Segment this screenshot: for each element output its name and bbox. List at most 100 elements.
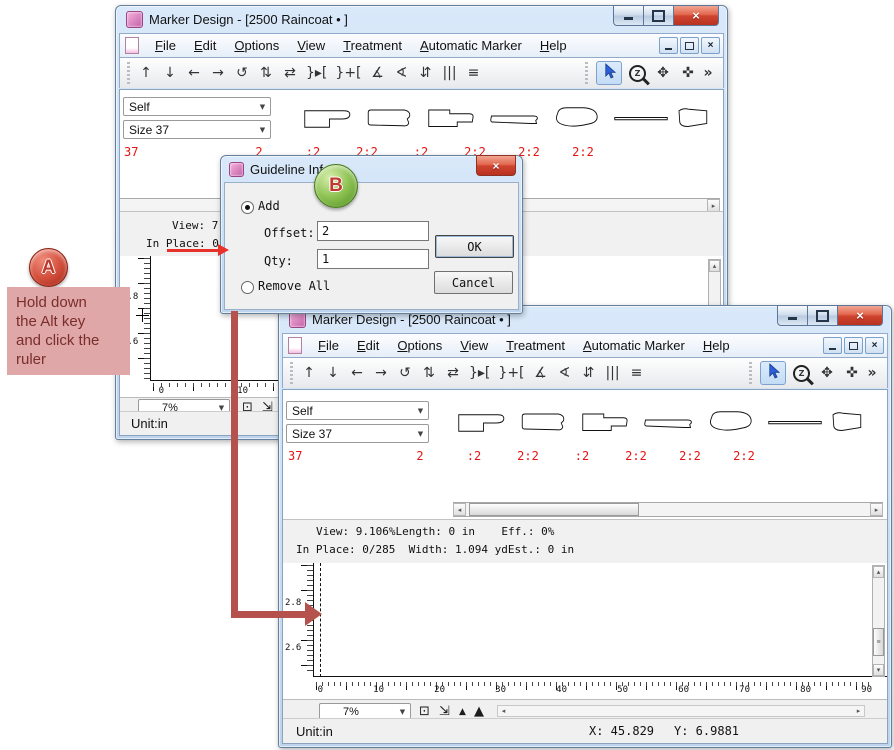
spacing-icon[interactable]: ⇵ <box>581 365 597 381</box>
menu-item[interactable]: Automatic Marker <box>574 335 694 356</box>
bracket-left-icon[interactable]: }+[ <box>498 365 524 381</box>
bracket-right-icon[interactable]: }▸[ <box>469 365 490 381</box>
garment-piece[interactable] <box>549 97 609 141</box>
menu-item[interactable]: File <box>146 35 185 56</box>
bracket-right-icon[interactable]: }▸[ <box>306 65 327 81</box>
select-tool[interactable] <box>596 61 622 85</box>
maximize-button[interactable] <box>644 5 674 26</box>
menu-item[interactable]: Automatic Marker <box>411 35 531 56</box>
document-icon[interactable] <box>125 37 139 54</box>
garment-piece[interactable] <box>765 401 825 445</box>
mdi-close-button[interactable]: × <box>701 37 720 54</box>
fit-selection-icon[interactable]: ⊡ <box>419 705 430 718</box>
scroll-down-icon[interactable]: ▾ <box>873 664 884 676</box>
mdi-close-button[interactable]: × <box>865 337 884 354</box>
toolbar-grip[interactable] <box>585 62 588 84</box>
cancel-button[interactable]: Cancel <box>434 271 513 294</box>
toolbar-overflow-button[interactable]: » <box>864 365 880 381</box>
menu-item[interactable]: Treatment <box>497 335 574 356</box>
menu-item[interactable]: View <box>288 35 334 56</box>
move-down-icon[interactable]: ↓ <box>325 365 341 381</box>
menu-item[interactable]: Treatment <box>334 35 411 56</box>
move-marker-tool[interactable]: ✜ <box>680 65 696 81</box>
zoom-tool[interactable]: Z <box>629 64 646 82</box>
toolbar-grip[interactable] <box>749 362 752 384</box>
scroll-left-icon[interactable]: ◂ <box>498 706 509 716</box>
menu-item[interactable]: Options <box>225 35 288 56</box>
qty-input[interactable]: 1 <box>317 249 429 269</box>
menu-item[interactable]: File <box>309 335 348 356</box>
ok-button[interactable]: OK <box>435 235 514 258</box>
expand-icon[interactable]: ⇲ <box>439 705 450 718</box>
fabric-select[interactable]: Self▼ <box>286 401 429 420</box>
titlebar[interactable]: Marker Design - [2500 Raincoat • ] × <box>116 6 727 33</box>
minimize-button[interactable] <box>613 5 644 26</box>
mini-scrollbar[interactable]: ◂ ▸ <box>497 705 865 717</box>
menu-item[interactable]: Options <box>388 335 451 356</box>
move-left-icon[interactable]: ← <box>349 365 365 381</box>
scroll-right-icon[interactable]: ▸ <box>870 503 883 516</box>
pleat-lines-icon[interactable]: ||| <box>442 65 458 81</box>
scroll-right-icon[interactable]: ▸ <box>853 706 864 716</box>
zoom-tool[interactable]: Z <box>793 364 810 382</box>
rotate-icon[interactable]: ↺ <box>397 365 413 381</box>
garment-piece[interactable] <box>703 401 763 445</box>
scroll-up-icon[interactable]: ▴ <box>873 566 884 578</box>
garment-piece[interactable] <box>611 97 671 141</box>
minimize-button[interactable] <box>777 305 808 326</box>
mountain-large-icon[interactable]: ▲ <box>474 705 484 718</box>
close-button[interactable]: × <box>838 305 883 326</box>
scroll-left-icon[interactable]: ◂ <box>453 503 466 516</box>
mdi-minimize-button[interactable] <box>659 37 678 54</box>
vertical-scrollbar[interactable]: ▴ ≡ ▾ <box>872 565 885 677</box>
garment-piece[interactable] <box>641 401 701 445</box>
menu-item[interactable]: Edit <box>185 35 225 56</box>
tilt-plus-icon[interactable]: ∡ <box>533 365 549 381</box>
fabric-select[interactable]: Self▼ <box>123 97 271 116</box>
garment-piece[interactable] <box>579 401 639 445</box>
bracket-left-icon[interactable]: }+[ <box>335 65 361 81</box>
move-right-icon[interactable]: → <box>373 365 389 381</box>
dialog-titlebar[interactable]: Guideline Info × <box>221 156 522 182</box>
garment-piece[interactable] <box>673 97 724 141</box>
menu-item[interactable]: Help <box>531 35 576 56</box>
offset-input[interactable]: 2 <box>317 221 429 241</box>
garment-piece[interactable] <box>487 97 547 141</box>
size-select[interactable]: Size 37▼ <box>286 424 429 443</box>
scrollbar-thumb[interactable]: ≡ <box>873 628 884 656</box>
flip-vertical-icon[interactable]: ⇅ <box>421 365 437 381</box>
garment-piece[interactable] <box>425 97 485 141</box>
pleat-lines-icon[interactable]: ||| <box>605 365 621 381</box>
size-select[interactable]: Size 37▼ <box>123 120 271 139</box>
mountain-small-icon[interactable]: ▲ <box>459 708 466 717</box>
add-radio[interactable] <box>241 201 254 214</box>
horizontal-scrollbar[interactable]: ◂ ▸ <box>453 502 883 517</box>
scrollbar-thumb[interactable] <box>469 503 639 516</box>
align-lines-icon[interactable]: ≡ <box>466 65 482 81</box>
mdi-restore-button[interactable] <box>680 37 699 54</box>
align-lines-icon[interactable]: ≡ <box>629 365 645 381</box>
spacing-icon[interactable]: ⇵ <box>418 65 434 81</box>
move-up-icon[interactable]: ↑ <box>138 65 154 81</box>
move-down-icon[interactable]: ↓ <box>162 65 178 81</box>
move-right-icon[interactable]: → <box>210 65 226 81</box>
mdi-restore-button[interactable] <box>844 337 863 354</box>
flip-horizontal-icon[interactable]: ⇄ <box>282 65 298 81</box>
move-piece-tool[interactable]: ✥ <box>655 65 671 81</box>
toolbar-grip[interactable] <box>127 62 130 84</box>
select-tool[interactable] <box>760 361 786 385</box>
document-icon[interactable] <box>288 337 302 354</box>
menu-item[interactable]: Edit <box>348 335 388 356</box>
move-marker-tool[interactable]: ✜ <box>844 365 860 381</box>
garment-piece[interactable] <box>827 401 887 445</box>
move-up-icon[interactable]: ↑ <box>301 365 317 381</box>
rotate-icon[interactable]: ↺ <box>234 65 250 81</box>
close-button[interactable]: × <box>674 5 719 26</box>
move-piece-tool[interactable]: ✥ <box>819 365 835 381</box>
toolbar-overflow-button[interactable]: » <box>700 65 716 81</box>
toolbar-grip[interactable] <box>290 362 293 384</box>
flip-vertical-icon[interactable]: ⇅ <box>258 65 274 81</box>
garment-piece[interactable] <box>301 97 361 141</box>
tilt-minus-icon[interactable]: ∢ <box>557 365 573 381</box>
garment-piece[interactable] <box>517 401 577 445</box>
